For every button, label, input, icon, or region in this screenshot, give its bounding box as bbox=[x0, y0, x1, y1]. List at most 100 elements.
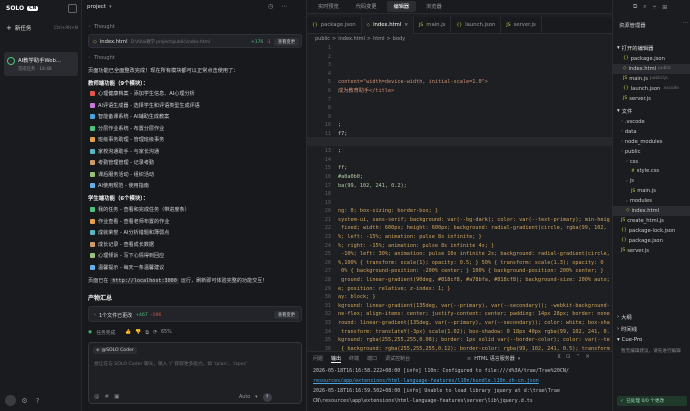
open-editors-section[interactable]: ▾ 打开的编辑器 bbox=[617, 44, 653, 52]
file-type-icon: {} bbox=[623, 56, 629, 62]
image-icon[interactable]: ▣ bbox=[114, 394, 119, 400]
output-channel-select[interactable]: ≡ HTML 语言服务器 ▾ bbox=[467, 354, 520, 363]
thumbs-down-icon[interactable]: 👎 bbox=[135, 330, 141, 335]
copy-files-icon[interactable]: ⧉ bbox=[633, 3, 637, 11]
file-tab[interactable]: {} launch.json bbox=[451, 16, 502, 34]
file-item[interactable]: JS main.js bbox=[613, 186, 690, 196]
folder-item[interactable]: › css bbox=[613, 157, 690, 167]
top-tab[interactable]: 编辑器 bbox=[386, 1, 417, 12]
code-line: %; right: -15%; animation: pulse 8s infi… bbox=[338, 242, 495, 249]
maximize-icon[interactable]: ⌃ bbox=[576, 354, 581, 360]
file-tab[interactable]: {} package.json bbox=[307, 16, 362, 34]
status-badge[interactable]: ✓ 已处理 0/0 个更改 bbox=[617, 396, 687, 406]
cue-pro-section[interactable]: ▾ Cue-Pro bbox=[617, 337, 642, 343]
chat-input[interactable]: 想让在与 SOLO Coder 聊天，输入 '/' 获取更多能力，如 '/pla… bbox=[94, 361, 296, 367]
list-item: 心理倾诉 - 写下心情得到回应 bbox=[82, 250, 304, 262]
breadcrumb: public > index.html > html > body bbox=[315, 34, 405, 43]
list-item-text: 心理倾诉 - 写下心情得到回应 bbox=[98, 253, 165, 260]
folder-item[interactable]: › .vscode bbox=[613, 117, 690, 127]
new-task-button[interactable]: + 新任务 Ctrl+Alt+N bbox=[6, 24, 78, 32]
open-file-item[interactable]: {} launch.json .vscode bbox=[613, 84, 690, 94]
task-item[interactable]: AI教学助手Web... 完成任务 · 18:48 bbox=[4, 52, 78, 76]
model-select[interactable]: Auto bbox=[239, 395, 250, 400]
project-selector[interactable]: project ▾ bbox=[87, 4, 112, 10]
open-file-item[interactable]: {} package.json bbox=[613, 54, 690, 64]
source-control-icon[interactable]: ⑂ bbox=[653, 4, 657, 11]
line-number: 27 bbox=[324, 268, 331, 275]
files-section[interactable]: ▾ 文件 bbox=[617, 107, 632, 115]
file-tab[interactable]: JS main.js bbox=[414, 16, 452, 34]
more-icon[interactable]: ⋯ bbox=[683, 20, 689, 26]
folder-item[interactable]: › node_modules bbox=[613, 137, 690, 147]
breadcrumb-item[interactable]: html bbox=[373, 36, 384, 42]
open-file-item[interactable]: ◇ index.html public bbox=[613, 63, 690, 74]
chevron-right-icon: › bbox=[626, 198, 628, 204]
open-file-item[interactable]: JS server.js bbox=[613, 94, 690, 104]
thought-block-1[interactable]: ◦ Thought bbox=[88, 24, 115, 30]
panel-tab[interactable]: 输出 bbox=[331, 355, 342, 363]
localhost-link[interactable]: http://localhost:3000 bbox=[110, 277, 179, 284]
extensions-icon[interactable]: ⊞ bbox=[662, 4, 667, 11]
files-plus: +467 bbox=[135, 312, 148, 318]
view-changes-button-2[interactable]: 查看变更 bbox=[273, 311, 299, 319]
filter-icon[interactable]: ⊻ bbox=[557, 354, 561, 360]
panel-tab[interactable]: 端口 bbox=[367, 355, 377, 362]
file-type-icon: ◇ bbox=[626, 208, 630, 214]
gear-icon[interactable]: ⚙ bbox=[20, 396, 29, 405]
close-icon[interactable]: ✕ bbox=[404, 23, 408, 28]
files-changed-card[interactable]: › 1个文件已更改 +467 -196 查看变更 bbox=[88, 306, 302, 322]
help-icon[interactable]: ? bbox=[33, 396, 42, 405]
top-tab[interactable]: 浏览器 bbox=[419, 1, 449, 12]
file-item[interactable]: {} package.json bbox=[613, 236, 690, 246]
folder-item[interactable]: › modules bbox=[613, 196, 690, 206]
coder-badge-label: @SOLO Coder bbox=[101, 348, 134, 353]
breadcrumb-item[interactable]: body bbox=[393, 36, 405, 42]
output-channel-label: HTML 语言服务器 bbox=[474, 356, 515, 362]
sidebar-toggle-icon[interactable] bbox=[68, 4, 77, 13]
panel-tab[interactable]: 问题 bbox=[313, 355, 323, 362]
top-tab[interactable]: 代码变更 bbox=[349, 1, 384, 12]
breadcrumb-item[interactable]: index.html bbox=[338, 36, 365, 42]
coder-badge[interactable]: ◈ @SOLO Coder bbox=[93, 347, 137, 354]
top-tab[interactable]: 实时预览 bbox=[311, 1, 346, 12]
thumbs-up-icon[interactable]: 👍 bbox=[125, 330, 131, 335]
file-item[interactable]: # style.css bbox=[613, 166, 690, 176]
file-item[interactable]: ◇ index.html bbox=[613, 206, 690, 216]
line-number: 8 bbox=[327, 105, 331, 112]
thought-block-2[interactable]: ◦ Thought bbox=[88, 55, 115, 61]
code-line: %; left: -15%; animation: pulse 8s infin… bbox=[338, 234, 482, 241]
file-item[interactable]: {} package-lock.json bbox=[613, 226, 690, 236]
hash-icon[interactable]: # bbox=[105, 394, 110, 400]
list-item: 温馨提示 - 每天一条温馨建议 bbox=[82, 262, 304, 274]
panel-tab[interactable]: 终端 bbox=[349, 355, 359, 362]
close-icon[interactable]: ✕ bbox=[585, 354, 590, 360]
view-changes-button[interactable]: 查看变更 bbox=[273, 38, 299, 46]
send-icon[interactable]: ↑ bbox=[262, 393, 272, 402]
avatar[interactable] bbox=[5, 395, 16, 406]
more-icon[interactable]: ⋯ bbox=[281, 3, 287, 10]
open-file-item[interactable]: JS main.js public\js bbox=[613, 74, 690, 84]
timeline-section[interactable]: › 时间线 bbox=[617, 325, 637, 333]
code-content[interactable]: content="width=device-width, initial-sca… bbox=[338, 44, 610, 362]
history-icon[interactable]: ◷ bbox=[268, 3, 273, 10]
file-tab[interactable]: JS server.js bbox=[501, 16, 542, 34]
line-number: 35 bbox=[324, 337, 331, 344]
lock-icon[interactable]: ⊡ bbox=[566, 354, 571, 360]
line-number: 2 bbox=[327, 53, 331, 60]
search-icon[interactable]: ⌕ bbox=[643, 3, 646, 11]
folder-item[interactable]: › js bbox=[613, 176, 690, 186]
folder-item[interactable]: › public bbox=[613, 147, 690, 157]
breadcrumb-item[interactable]: public bbox=[315, 36, 330, 42]
file-change-card[interactable]: ◇ index.html D:\AI\ai教学 project\public\i… bbox=[88, 34, 302, 48]
outline-section[interactable]: › 大纲 bbox=[617, 313, 632, 321]
file-item[interactable]: JS server.js bbox=[613, 246, 690, 256]
copy-icon[interactable]: ⧉ bbox=[145, 330, 148, 336]
file-tab[interactable]: ◇ index.html ✕ bbox=[361, 16, 415, 34]
at-icon[interactable]: @ bbox=[94, 394, 100, 400]
folder-item[interactable]: › data bbox=[613, 127, 690, 137]
panel-tab[interactable]: 调试控制台 bbox=[385, 355, 410, 362]
chat-input-box[interactable]: ◈ @SOLO Coder 想让在与 SOLO Coder 聊天，输入 '/' … bbox=[88, 342, 302, 404]
file-item[interactable]: JS create_html.js bbox=[613, 216, 690, 226]
html-file-icon: ◇ bbox=[93, 39, 97, 45]
code-line: #a0a0b0; bbox=[338, 173, 363, 180]
